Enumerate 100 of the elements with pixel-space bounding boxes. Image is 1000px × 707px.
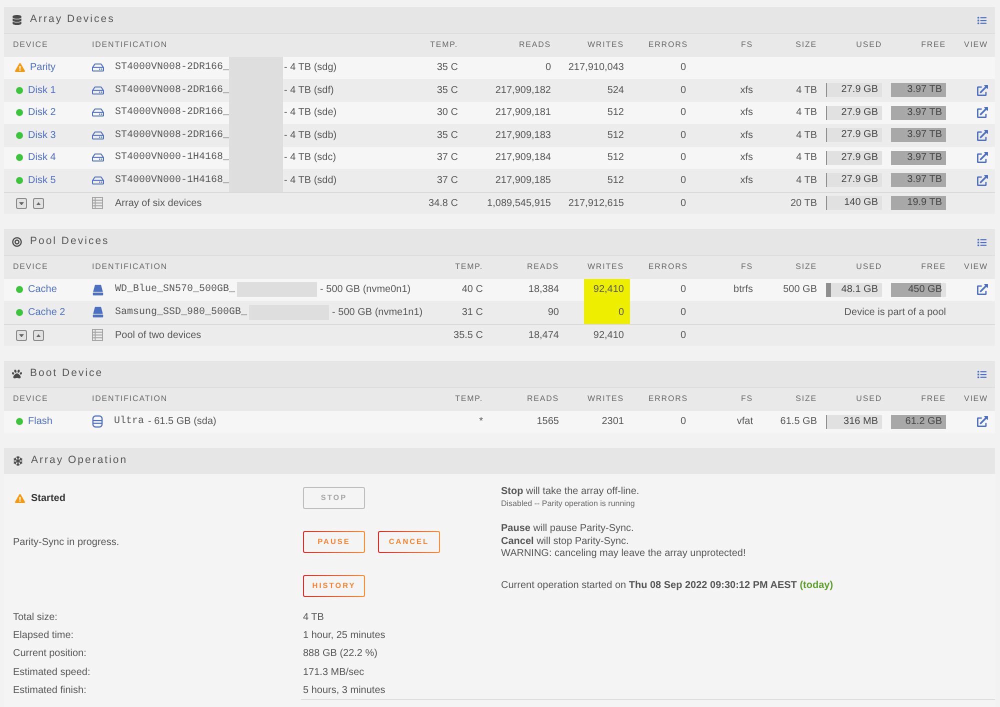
size-value: 61.5 GB	[780, 415, 817, 430]
section-title: Array Devices	[30, 12, 115, 28]
filesystem-value: xfs	[740, 151, 753, 166]
errors-value: 0	[680, 61, 686, 76]
column-header: FS	[740, 39, 753, 52]
caret-up-icon	[36, 334, 41, 337]
model-text: ST4000VN008-2DR166_	[115, 128, 230, 143]
writes-value: 92,410	[593, 328, 624, 343]
temperature-value: 34.8 C	[428, 196, 458, 211]
column-header: SIZE	[794, 261, 817, 274]
reads-value: 1,089,545,915	[487, 196, 551, 211]
column-header: WRITES	[586, 39, 624, 52]
external-link-icon[interactable]	[977, 152, 988, 164]
capacity-text: - 4 TB (sdd)	[284, 174, 337, 188]
free-space-value: 3.97 TB	[907, 175, 943, 186]
toggle-down-button[interactable]	[16, 330, 27, 341]
external-link-icon[interactable]	[977, 416, 988, 428]
column-header: SIZE	[794, 39, 817, 52]
used-space-value: 27.9 GB	[841, 152, 879, 163]
hard-drive-icon	[92, 174, 104, 186]
toggle-up-button[interactable]	[33, 330, 44, 341]
device-link[interactable]: Disk 2	[28, 105, 56, 120]
model-text: ST4000VN008-2DR166_	[115, 84, 230, 98]
device-link[interactable]: Cache	[28, 282, 57, 298]
filesystem-value: vfat	[736, 415, 753, 430]
device-link[interactable]: Disk 5	[28, 172, 56, 188]
column-header: USED	[855, 393, 882, 406]
external-link-icon[interactable]	[977, 284, 988, 296]
reads-value: 0	[545, 61, 551, 76]
reads-value: 90	[548, 306, 559, 320]
model-text: WD_Blue_SN570_500GB_	[115, 282, 236, 298]
section-title: Pool Devices	[30, 234, 110, 250]
temperature-value: 40 C	[462, 283, 483, 298]
status-label: Started	[31, 492, 66, 506]
list-icon[interactable]	[977, 16, 987, 24]
temperature-value: 35 C	[436, 84, 458, 98]
errors-value: 0	[680, 128, 686, 143]
stat-value: 4 TB	[303, 610, 325, 625]
free-space-value: 19.9 TB	[907, 198, 943, 208]
errors-value: 0	[680, 196, 686, 211]
device-link[interactable]: Cache 2	[28, 304, 66, 320]
description-text: Current operation started on Thu 08 Sep 2022 09:30:12 PM AEST (today)	[501, 580, 834, 592]
external-link-icon[interactable]	[977, 174, 988, 186]
device-link[interactable]: Disk 4	[28, 150, 56, 166]
temperature-value: 37 C	[436, 151, 458, 166]
writes-value: 217,910,043	[568, 61, 624, 76]
column-header: TEMP.	[429, 39, 458, 52]
writes-value: 524	[607, 84, 624, 98]
writes-value: 512	[607, 174, 624, 188]
column-header: READS	[518, 39, 551, 52]
capacity-text: - 500 GB (nvme1n1)	[332, 306, 423, 320]
section-title: Array Operation	[31, 453, 128, 468]
device-link[interactable]: Flash	[28, 414, 52, 430]
size-value: 4 TB	[796, 84, 817, 98]
bullseye-icon	[12, 237, 22, 247]
used-space-value: 27.9 GB	[841, 85, 879, 96]
pool-note: Device is part of a pool	[844, 306, 946, 320]
drive-icon	[92, 415, 103, 428]
external-link-icon[interactable]	[977, 84, 988, 96]
errors-value: 0	[680, 328, 686, 343]
free-space-value: 3.97 TB	[907, 152, 943, 163]
summary-label: Pool of two devices	[115, 328, 202, 343]
column-header: READS	[526, 261, 559, 274]
column-header: TEMP.	[454, 261, 483, 274]
column-header: VIEW	[962, 393, 988, 406]
list-icon[interactable]	[977, 370, 987, 378]
external-link-icon[interactable]	[977, 107, 988, 118]
temperature-value: 31 C	[462, 306, 483, 320]
capacity-text: - 500 GB (nvme0n1)	[320, 283, 411, 298]
size-value: 4 TB	[796, 106, 817, 120]
column-header: USED	[855, 261, 882, 274]
free-space-value: 3.97 TB	[907, 108, 943, 118]
column-header: FREE	[920, 39, 946, 52]
device-link[interactable]: Parity	[30, 60, 56, 76]
temperature-value: 35.5 C	[454, 328, 483, 343]
caret-down-icon	[19, 334, 24, 337]
column-header: IDENTIFICATION	[92, 393, 169, 406]
temperature-value: 35 C	[436, 61, 458, 76]
errors-value: 0	[680, 174, 686, 188]
temperature-value: 30 C	[436, 106, 458, 120]
model-text: ST4000VN008-2DR166_	[115, 106, 230, 120]
column-header: VIEW	[962, 261, 988, 274]
toggle-up-button[interactable]	[33, 198, 44, 209]
used-space-value: 316 MB	[844, 416, 879, 427]
stat-label: Total size:	[13, 610, 58, 625]
free-space-value: 3.97 TB	[907, 85, 943, 96]
toggle-down-button[interactable]	[16, 198, 27, 209]
list-icon[interactable]	[977, 238, 987, 246]
database-icon	[12, 15, 22, 25]
temperature-value: *	[479, 415, 483, 430]
column-header: DEVICE	[13, 39, 50, 52]
errors-value: 0	[680, 283, 686, 298]
stat-label: Elapsed time:	[13, 628, 75, 643]
device-link[interactable]: Disk 1	[28, 82, 56, 98]
column-header: FREE	[920, 393, 946, 406]
filesystem-value: xfs	[740, 174, 753, 188]
external-link-icon[interactable]	[977, 130, 988, 141]
device-link[interactable]: Disk 3	[28, 128, 56, 143]
size-value: 4 TB	[796, 151, 817, 166]
model-text: Ultra	[114, 414, 144, 430]
